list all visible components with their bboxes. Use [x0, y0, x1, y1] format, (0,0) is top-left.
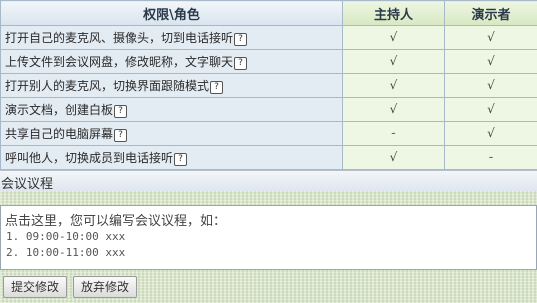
table-row: 共享自己的电脑屏幕? - √ [0, 121, 537, 146]
presenter-permission-cell: √ [444, 73, 537, 98]
agenda-example-line-1: 1. 09:00-10:00 xxx [6, 230, 126, 243]
check-mark-icon: √ [487, 30, 495, 44]
check-mark-icon: √ [487, 102, 495, 116]
permission-name-cell: 打开别人的麦克风，切换界面跟随模式? [0, 73, 343, 98]
permission-name-cell: 上传文件到会议网盘，修改昵称，文字聊天? [0, 49, 343, 74]
host-permission-cell: - [342, 121, 445, 146]
help-icon[interactable]: ? [210, 81, 224, 94]
permission-name-cell: 呼叫他人，切换成员到电话接听? [0, 145, 343, 170]
table-row: 呼叫他人，切换成员到电话接听? √ - [0, 145, 537, 170]
permission-label: 打开自己的麦克风、摄像头，切到电话接听 [5, 31, 234, 45]
table-row: 打开自己的麦克风、摄像头，切到电话接听? √ √ [0, 25, 537, 50]
submit-changes-button[interactable]: 提交修改 [3, 276, 67, 298]
help-icon[interactable]: ? [234, 33, 248, 46]
permission-name-cell: 打开自己的麦克风、摄像头，切到电话接听? [0, 25, 343, 50]
presenter-permission-cell: - [444, 145, 537, 170]
permission-label: 打开别人的麦克风，切换界面跟随模式 [5, 79, 210, 93]
agenda-placeholder-text: 点击这里，您可以编写会议议程，如： [5, 214, 227, 229]
host-permission-cell: √ [342, 25, 445, 50]
check-mark-icon: √ [389, 54, 398, 68]
host-permission-cell: √ [342, 73, 445, 98]
help-icon[interactable]: ? [174, 153, 188, 166]
presenter-permission-cell: √ [444, 25, 537, 50]
table-row: 上传文件到会议网盘，修改昵称，文字聊天? √ √ [0, 49, 537, 74]
dash-icon: - [391, 126, 396, 141]
table-header-row: 权限\角色 主持人 演示者 [0, 0, 537, 26]
presenter-permission-cell: √ [444, 49, 537, 74]
header-host: 主持人 [342, 0, 445, 26]
table-row: 打开别人的麦克风，切换界面跟随模式? √ √ [0, 73, 537, 98]
header-presenter: 演示者 [444, 0, 537, 26]
host-permission-cell: √ [342, 49, 445, 74]
help-icon[interactable]: ? [114, 105, 128, 118]
presenter-permission-cell: √ [444, 121, 537, 146]
permission-label: 共享自己的电脑屏幕 [5, 127, 114, 141]
dash-icon: - [488, 150, 494, 165]
permission-label: 上传文件到会议网盘，修改昵称，文字聊天 [5, 55, 234, 69]
permission-label: 演示文档，创建白板 [5, 103, 114, 117]
discard-changes-button[interactable]: 放弃修改 [73, 276, 137, 298]
check-mark-icon: √ [389, 102, 398, 116]
table-row: 演示文档，创建白板? √ √ [0, 97, 537, 122]
host-permission-cell: √ [342, 145, 445, 170]
agenda-title: 会议议程 [1, 177, 54, 192]
header-permission-role: 权限\角色 [0, 0, 343, 26]
agenda-header-bar: 会议议程 [0, 170, 537, 192]
check-mark-icon: √ [487, 54, 495, 68]
agenda-example-line-2: 2. 10:00-11:00 xxx [6, 246, 126, 259]
host-permission-cell: √ [342, 97, 445, 122]
help-icon[interactable]: ? [114, 129, 128, 142]
check-mark-icon: √ [389, 150, 398, 164]
check-mark-icon: √ [487, 78, 495, 92]
check-mark-icon: √ [487, 126, 495, 140]
agenda-textarea[interactable]: 点击这里，您可以编写会议议程，如： 1. 09:00-10:00 xxx 2. … [0, 205, 537, 270]
permission-name-cell: 共享自己的电脑屏幕? [0, 121, 343, 146]
permission-table: 权限\角色 主持人 演示者 打开自己的麦克风、摄像头，切到电话接听? √ √ 上传文件… [0, 0, 537, 170]
check-mark-icon: √ [389, 78, 398, 92]
permission-name-cell: 演示文档，创建白板? [0, 97, 343, 122]
help-icon[interactable]: ? [234, 57, 248, 70]
permission-label: 呼叫他人，切换成员到电话接听 [5, 151, 174, 165]
check-mark-icon: √ [389, 30, 398, 44]
meeting-permissions-panel: 权限\角色 主持人 演示者 打开自己的麦克风、摄像头，切到电话接听? √ √ 上传文件… [0, 0, 537, 303]
presenter-permission-cell: √ [444, 97, 537, 122]
